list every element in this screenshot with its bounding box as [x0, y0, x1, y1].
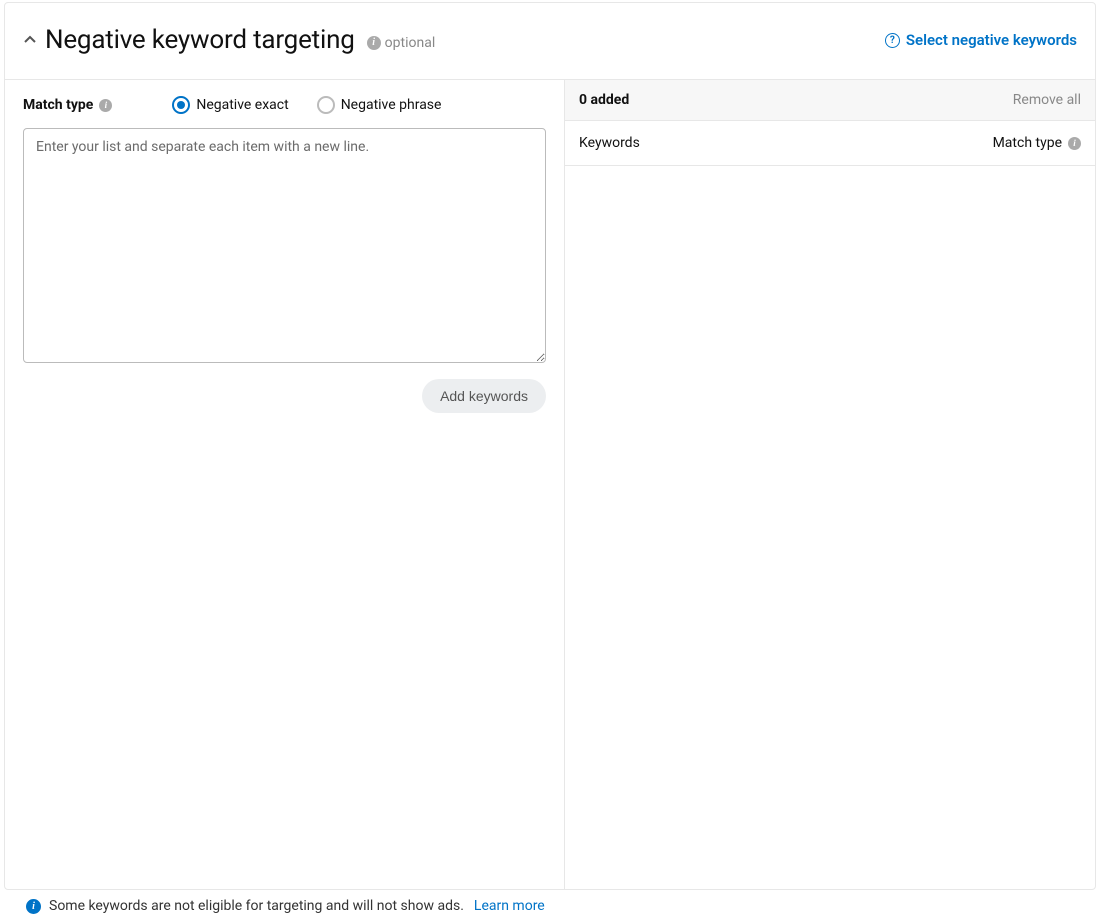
footer-note: i Some keywords are not eligible for tar… [4, 890, 1096, 914]
match-type-label: Match type i [23, 97, 112, 113]
panel-body: Match type i Negative exact Negative phr… [5, 79, 1095, 889]
radio-circle-icon [172, 96, 190, 114]
panel-header-left: Negative keyword targeting i optional [23, 25, 435, 55]
info-icon[interactable]: i [1068, 137, 1081, 150]
add-button-row: Add keywords [23, 379, 546, 413]
learn-more-link[interactable]: Learn more [474, 898, 545, 914]
info-icon[interactable]: i [99, 99, 112, 112]
remove-all-link[interactable]: Remove all [1013, 92, 1081, 108]
panel-header: Negative keyword targeting i optional ? … [5, 3, 1095, 79]
radio-negative-phrase-label: Negative phrase [341, 97, 442, 113]
radio-negative-exact[interactable]: Negative exact [172, 96, 288, 114]
add-keywords-button[interactable]: Add keywords [422, 379, 546, 413]
help-icon: ? [885, 33, 900, 48]
keyword-table-header: Keywords Match type i [565, 121, 1095, 166]
negative-keyword-panel: Negative keyword targeting i optional ? … [4, 2, 1096, 890]
info-icon[interactable]: i [367, 36, 381, 50]
optional-label: optional [385, 35, 436, 51]
right-column: 0 added Remove all Keywords Match type i [565, 80, 1095, 889]
select-negative-keywords-label: Select negative keywords [906, 31, 1077, 49]
keyword-list-input[interactable] [23, 128, 546, 363]
column-match-type: Match type i [993, 135, 1081, 151]
footer-note-text: Some keywords are not eligible for targe… [49, 898, 464, 914]
added-count: 0 added [579, 92, 629, 108]
match-type-row: Match type i Negative exact Negative phr… [23, 96, 546, 114]
column-keywords: Keywords [579, 135, 640, 151]
panel-title: Negative keyword targeting [45, 25, 355, 55]
chevron-up-icon[interactable] [23, 33, 37, 47]
radio-negative-exact-label: Negative exact [196, 97, 288, 113]
left-column: Match type i Negative exact Negative phr… [5, 80, 565, 889]
select-negative-keywords-link[interactable]: ? Select negative keywords [885, 31, 1077, 49]
info-icon: i [26, 899, 41, 914]
optional-badge: i optional [367, 35, 436, 51]
radio-negative-phrase[interactable]: Negative phrase [317, 96, 442, 114]
right-column-header: 0 added Remove all [565, 80, 1095, 121]
radio-circle-icon [317, 96, 335, 114]
